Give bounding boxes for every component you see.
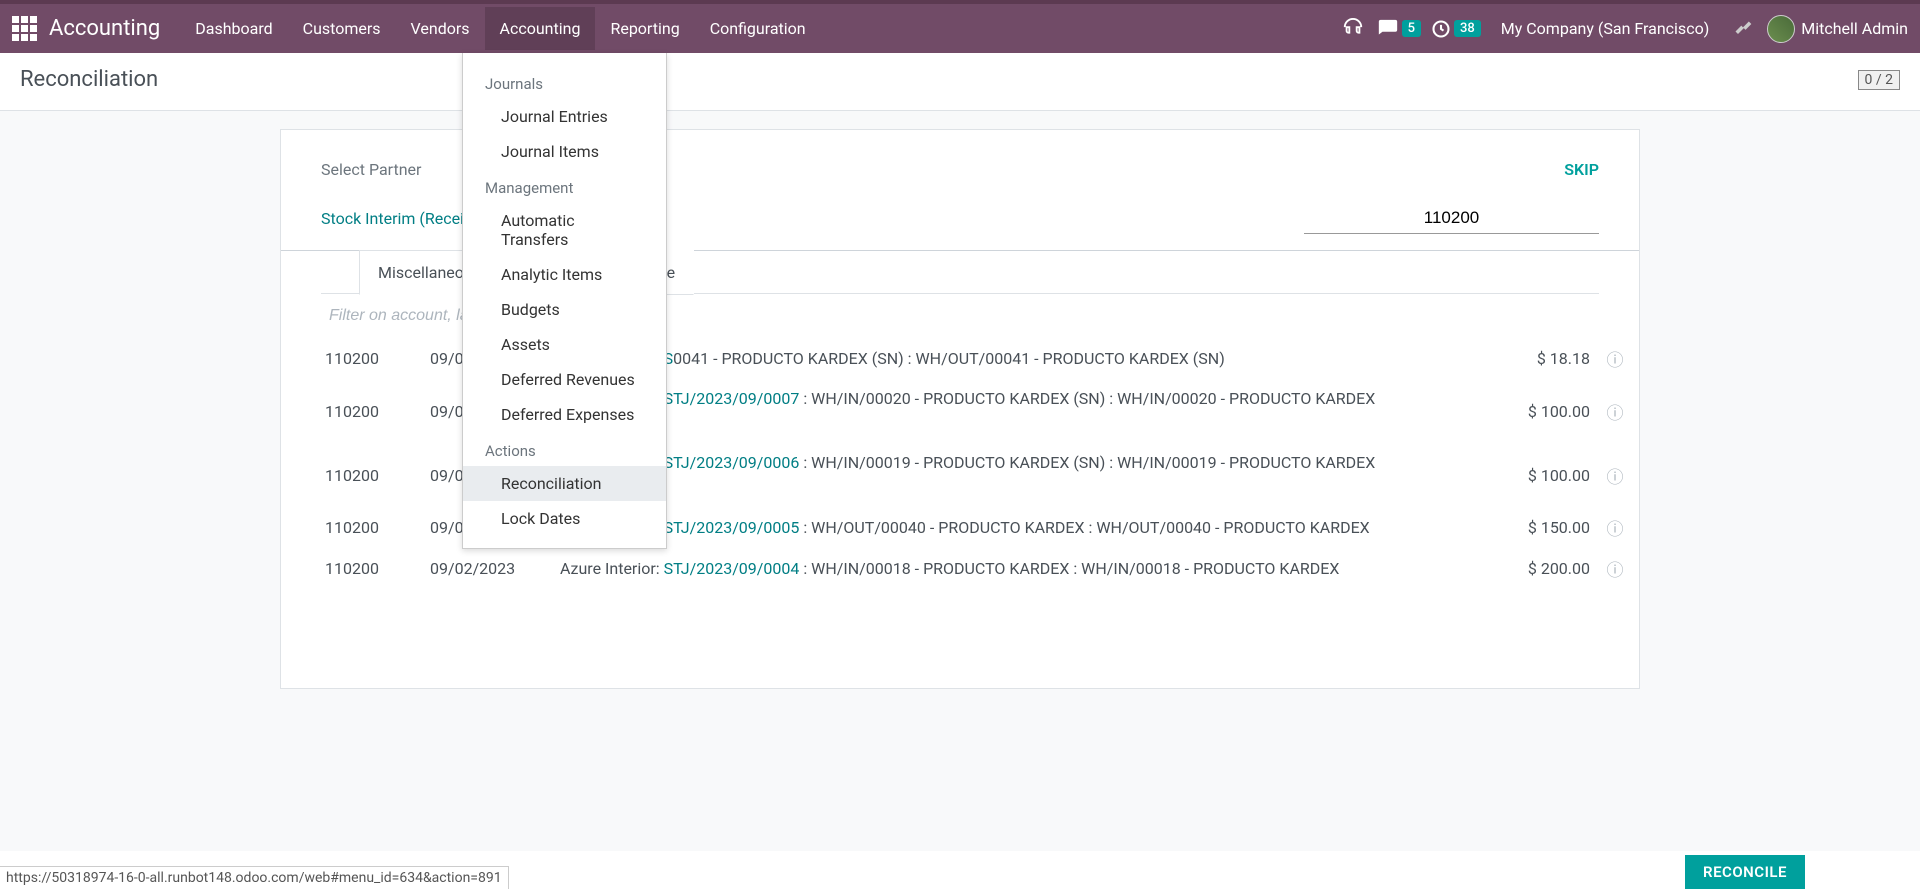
top-navbar: Accounting DashboardCustomersVendorsAcco… bbox=[0, 4, 1920, 53]
app-title[interactable]: Accounting bbox=[49, 16, 160, 41]
line-amount: $ 100.00 bbox=[1390, 402, 1590, 421]
line-account: 110200 bbox=[325, 402, 420, 421]
nav-item-reporting[interactable]: Reporting bbox=[595, 7, 694, 50]
dropdown-item-deferred-revenues[interactable]: Deferred Revenues bbox=[463, 362, 666, 397]
dropdown-item-automatic-transfers[interactable]: Automatic Transfers bbox=[463, 203, 666, 257]
line-account: 110200 bbox=[325, 349, 420, 368]
user-name: Mitchell Admin bbox=[1801, 19, 1908, 38]
dropdown-item-reconciliation[interactable]: Reconciliation bbox=[463, 466, 666, 501]
line-account: 110200 bbox=[325, 559, 420, 578]
clock-icon bbox=[1431, 19, 1451, 39]
dropdown-item-journal-items[interactable]: Journal Items bbox=[463, 134, 666, 169]
nav-item-dashboard[interactable]: Dashboard bbox=[180, 7, 287, 50]
accounting-dropdown: JournalsJournal EntriesJournal ItemsMana… bbox=[462, 53, 667, 549]
tools-icon[interactable] bbox=[1729, 15, 1757, 43]
line-amount: $ 100.00 bbox=[1390, 466, 1590, 485]
line-description: Azure Interior: STJ/2023/09/0005 : WH/OU… bbox=[560, 516, 1380, 540]
nav-item-customers[interactable]: Customers bbox=[288, 7, 396, 50]
skip-button[interactable]: SKIP bbox=[1564, 160, 1599, 179]
dropdown-item-journal-entries[interactable]: Journal Entries bbox=[463, 99, 666, 134]
user-menu[interactable]: Mitchell Admin bbox=[1767, 15, 1908, 43]
journal-entry-link[interactable]: STJ/2023/09/0007 bbox=[664, 389, 804, 408]
dropdown-header: Management bbox=[463, 169, 666, 203]
info-icon[interactable]: ⓘ bbox=[1600, 556, 1630, 581]
apps-icon[interactable] bbox=[12, 16, 37, 41]
activities-button[interactable]: 38 bbox=[1431, 19, 1481, 39]
line-amount: $ 200.00 bbox=[1390, 559, 1590, 578]
breadcrumb: Reconciliation 0 / 2 bbox=[0, 53, 1920, 111]
line-date: 09/02/2023 bbox=[430, 559, 550, 578]
dropdown-header: Actions bbox=[463, 432, 666, 466]
line-amount: $ 150.00 bbox=[1390, 518, 1590, 537]
line-amount: $ 18.18 bbox=[1390, 349, 1590, 368]
line-description: Azure Interior: STJ/2023/09/0007 : WH/IN… bbox=[560, 387, 1380, 435]
info-icon[interactable]: ⓘ bbox=[1600, 515, 1630, 540]
dropdown-item-budgets[interactable]: Budgets bbox=[463, 292, 666, 327]
phone-icon[interactable] bbox=[1339, 15, 1367, 43]
reconcile-button[interactable]: RECONCILE bbox=[1685, 855, 1805, 889]
progress-counter: 0 / 2 bbox=[1858, 70, 1900, 90]
page-title: Reconciliation bbox=[20, 67, 158, 92]
status-bar-url: https://50318974-16-0-all.runbot148.odoo… bbox=[0, 866, 509, 889]
dropdown-header: Journals bbox=[463, 65, 666, 99]
messages-badge: 5 bbox=[1402, 20, 1421, 37]
info-icon[interactable]: ⓘ bbox=[1600, 399, 1630, 424]
journal-entry-link[interactable]: STJ/2023/09/0005 bbox=[664, 518, 804, 537]
line-account: 110200 bbox=[325, 466, 420, 485]
reconciliation-line[interactable]: 110200 09/02/2023 Azure Interior: STJ/2023… bbox=[321, 548, 1599, 589]
account-code-input[interactable] bbox=[1304, 203, 1599, 234]
dropdown-item-assets[interactable]: Assets bbox=[463, 327, 666, 362]
dropdown-item-lock-dates[interactable]: Lock Dates bbox=[463, 501, 666, 536]
line-description: Azure Interior: STJ/2023/09/0004 : WH/IN… bbox=[560, 557, 1380, 581]
line-description: Azure Interior: STJ/2023/09/0006 : WH/IN… bbox=[560, 451, 1380, 499]
select-partner-field[interactable]: Select Partner bbox=[321, 160, 421, 179]
dropdown-item-deferred-expenses[interactable]: Deferred Expenses bbox=[463, 397, 666, 432]
chat-icon bbox=[1377, 18, 1399, 40]
nav-item-configuration[interactable]: Configuration bbox=[695, 7, 821, 50]
journal-entry-link[interactable]: STJ/2023/09/0006 bbox=[664, 453, 804, 472]
avatar bbox=[1767, 15, 1795, 43]
info-icon[interactable]: ⓘ bbox=[1600, 346, 1630, 371]
messages-button[interactable]: 5 bbox=[1377, 18, 1421, 40]
activities-badge: 38 bbox=[1454, 20, 1481, 37]
line-account: 110200 bbox=[325, 518, 420, 537]
nav-item-vendors[interactable]: Vendors bbox=[396, 7, 485, 50]
line-description: Azure Interior: S0041 - PRODUCTO KARDEX … bbox=[560, 347, 1380, 371]
dropdown-item-analytic-items[interactable]: Analytic Items bbox=[463, 257, 666, 292]
company-switcher[interactable]: My Company (San Francisco) bbox=[1491, 19, 1720, 38]
journal-entry-link[interactable]: STJ/2023/09/0004 bbox=[664, 559, 804, 578]
nav-item-accounting[interactable]: Accounting bbox=[485, 7, 596, 50]
info-icon[interactable]: ⓘ bbox=[1600, 463, 1630, 488]
